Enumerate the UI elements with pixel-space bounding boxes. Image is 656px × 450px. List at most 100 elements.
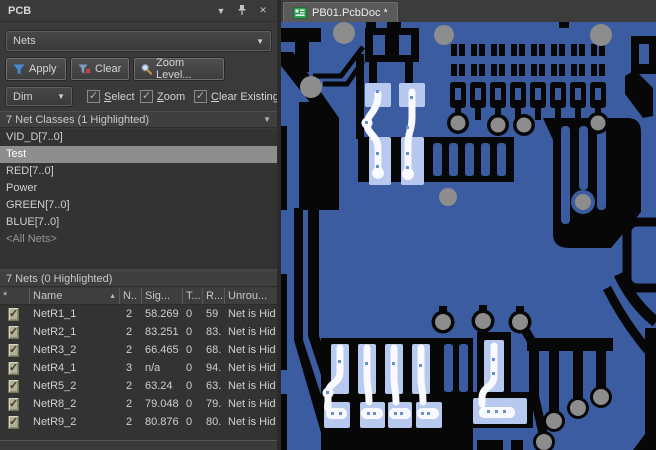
net-classes-header[interactable]: 7 Net Classes (1 Highlighted) ▼	[0, 111, 277, 128]
net-routed: 80.	[206, 416, 222, 428]
pcbdoc-icon	[293, 6, 307, 19]
net-row[interactable]: NetR5_2 2 63.24 0 63. Net is Hid	[0, 377, 277, 395]
net-unrouted: Net is Hid	[228, 380, 276, 392]
zoom-level-button[interactable]: Zoom Level...	[134, 57, 224, 81]
apply-label: Apply	[29, 63, 57, 75]
net-class-item[interactable]: BLUE[7..0]	[0, 214, 277, 231]
net-t: 0	[186, 398, 193, 410]
net-nodes: 2	[126, 326, 133, 338]
net-nodes: 2	[126, 380, 133, 392]
net-enabled-checkbox[interactable]	[8, 379, 20, 393]
zoom-label: Zoom	[157, 90, 186, 103]
net-nodes: 2	[126, 398, 133, 410]
column-t[interactable]: T...	[183, 288, 203, 304]
net-enabled-checkbox[interactable]	[8, 415, 20, 429]
nets-table: * Name▲ N.. Sig... T... R... Unrou... Ne…	[0, 288, 277, 441]
column-name[interactable]: Name ▲	[30, 288, 120, 304]
net-name: NetR3_2	[33, 344, 77, 356]
net-nodes: 3	[126, 362, 133, 374]
net-class-item-all-nets[interactable]: <All Nets>	[0, 231, 277, 248]
net-class-item-highlighted[interactable]: Test	[0, 146, 277, 163]
magnifier-icon	[141, 64, 152, 75]
close-icon[interactable]: ✕	[257, 5, 269, 17]
net-nodes: 2	[126, 308, 133, 320]
checkmark-icon	[87, 90, 100, 103]
dim-mode-select[interactable]: Dim ▼	[6, 87, 72, 106]
zoom-checkbox[interactable]: Zoom	[140, 87, 185, 106]
net-row[interactable]: NetR8_2 2 79.048 0 79. Net is Hid	[0, 395, 277, 413]
editor-area: PB01.PcbDoc *	[281, 0, 656, 450]
net-unrouted: Net is Hid	[228, 308, 276, 320]
filter-icon	[13, 64, 25, 74]
net-class-item[interactable]: GREEN[7..0]	[0, 197, 277, 214]
document-tab-bar: PB01.PcbDoc *	[281, 0, 656, 22]
clear-label: Clear	[95, 63, 122, 75]
net-name: NetR9_2	[33, 416, 77, 428]
clear-existing-checkbox[interactable]: Clear Existing	[194, 87, 279, 106]
chevron-down-icon: ▼	[57, 92, 65, 101]
net-routed: 68.	[206, 344, 222, 356]
net-signal: 79.048	[145, 398, 179, 410]
document-tab-label: PB01.PcbDoc *	[312, 6, 388, 19]
net-enabled-checkbox[interactable]	[8, 361, 20, 375]
net-t: 0	[186, 416, 193, 428]
column-check[interactable]: *	[0, 288, 30, 304]
net-routed: 83.	[206, 326, 222, 338]
apply-button[interactable]: Apply	[6, 58, 66, 80]
column-routed[interactable]: R...	[203, 288, 225, 304]
net-row[interactable]: NetR4_1 3 n/a 0 94. Net is Hid	[0, 359, 277, 377]
net-unrouted: Net is Hid	[228, 398, 276, 410]
net-enabled-checkbox[interactable]	[8, 325, 20, 339]
nets-table-header: * Name ▲ N.. Sig... T... R... Unrou...	[0, 288, 277, 305]
net-name: NetR5_2	[33, 380, 77, 392]
net-routed: 79.	[206, 398, 222, 410]
net-class-item[interactable]: Power	[0, 180, 277, 197]
pin-icon[interactable]	[236, 5, 248, 17]
net-unrouted: Net is Hid	[228, 416, 276, 428]
panel-splitter[interactable]	[277, 0, 281, 450]
pcb-viewport	[281, 22, 656, 450]
checkmark-icon	[194, 90, 207, 103]
column-signal[interactable]: Sig...	[142, 288, 183, 304]
net-name: NetR2_1	[33, 326, 77, 338]
net-t: 0	[186, 326, 193, 338]
panel-titlebar: PCB ▼ ✕	[0, 0, 277, 22]
net-class-item[interactable]: VID_D[7..0]	[0, 129, 277, 146]
net-enabled-checkbox[interactable]	[8, 307, 20, 321]
nets-header[interactable]: 7 Nets (0 Highlighted)	[0, 270, 277, 287]
net-row[interactable]: NetR1_1 2 58.269 0 59 Net is Hid	[0, 305, 277, 323]
net-nodes: 2	[126, 416, 133, 428]
column-unrouted[interactable]: Unrou...	[225, 288, 277, 304]
net-row[interactable]: NetR3_2 2 66.465 0 68. Net is Hid	[0, 341, 277, 359]
net-unrouted: Net is Hid	[228, 344, 276, 356]
net-class-item[interactable]: RED[7..0]	[0, 163, 277, 180]
net-t: 0	[186, 380, 193, 392]
dim-mode-value: Dim	[13, 90, 33, 103]
column-nodes[interactable]: N..	[120, 288, 142, 304]
clear-button[interactable]: Clear	[71, 58, 129, 80]
net-row[interactable]: NetR9_2 2 80.876 0 80. Net is Hid	[0, 413, 277, 431]
zoom-level-label: Zoom Level...	[155, 57, 192, 81]
browse-mode-select[interactable]: Nets ▼	[6, 31, 271, 51]
net-signal: n/a	[145, 362, 161, 374]
pcb-canvas[interactable]	[281, 22, 656, 450]
net-signal: 66.465	[145, 344, 179, 356]
net-signal: 58.269	[145, 308, 179, 320]
panel-menu-chevron-icon[interactable]: ▼	[215, 5, 227, 17]
net-enabled-checkbox[interactable]	[8, 343, 20, 357]
net-name: NetR8_2	[33, 398, 77, 410]
document-tab-pb01[interactable]: PB01.PcbDoc *	[283, 2, 398, 22]
net-enabled-checkbox[interactable]	[8, 397, 20, 411]
chevron-down-icon: ▼	[256, 36, 264, 46]
net-signal: 80.876	[145, 416, 179, 428]
browse-mode-value: Nets	[13, 35, 36, 47]
net-routed: 59	[206, 308, 219, 320]
select-checkbox[interactable]: Select	[87, 87, 135, 106]
net-signal: 83.251	[145, 326, 179, 338]
clear-existing-label: Clear Existing	[211, 90, 279, 103]
net-unrouted: Net is Hid	[228, 362, 276, 374]
net-signal: 63.24	[145, 380, 173, 392]
nets-header-label: 7 Nets (0 Highlighted)	[6, 272, 113, 285]
net-row[interactable]: NetR2_1 2 83.251 0 83. Net is Hid	[0, 323, 277, 341]
net-routed: 94.	[206, 362, 222, 374]
